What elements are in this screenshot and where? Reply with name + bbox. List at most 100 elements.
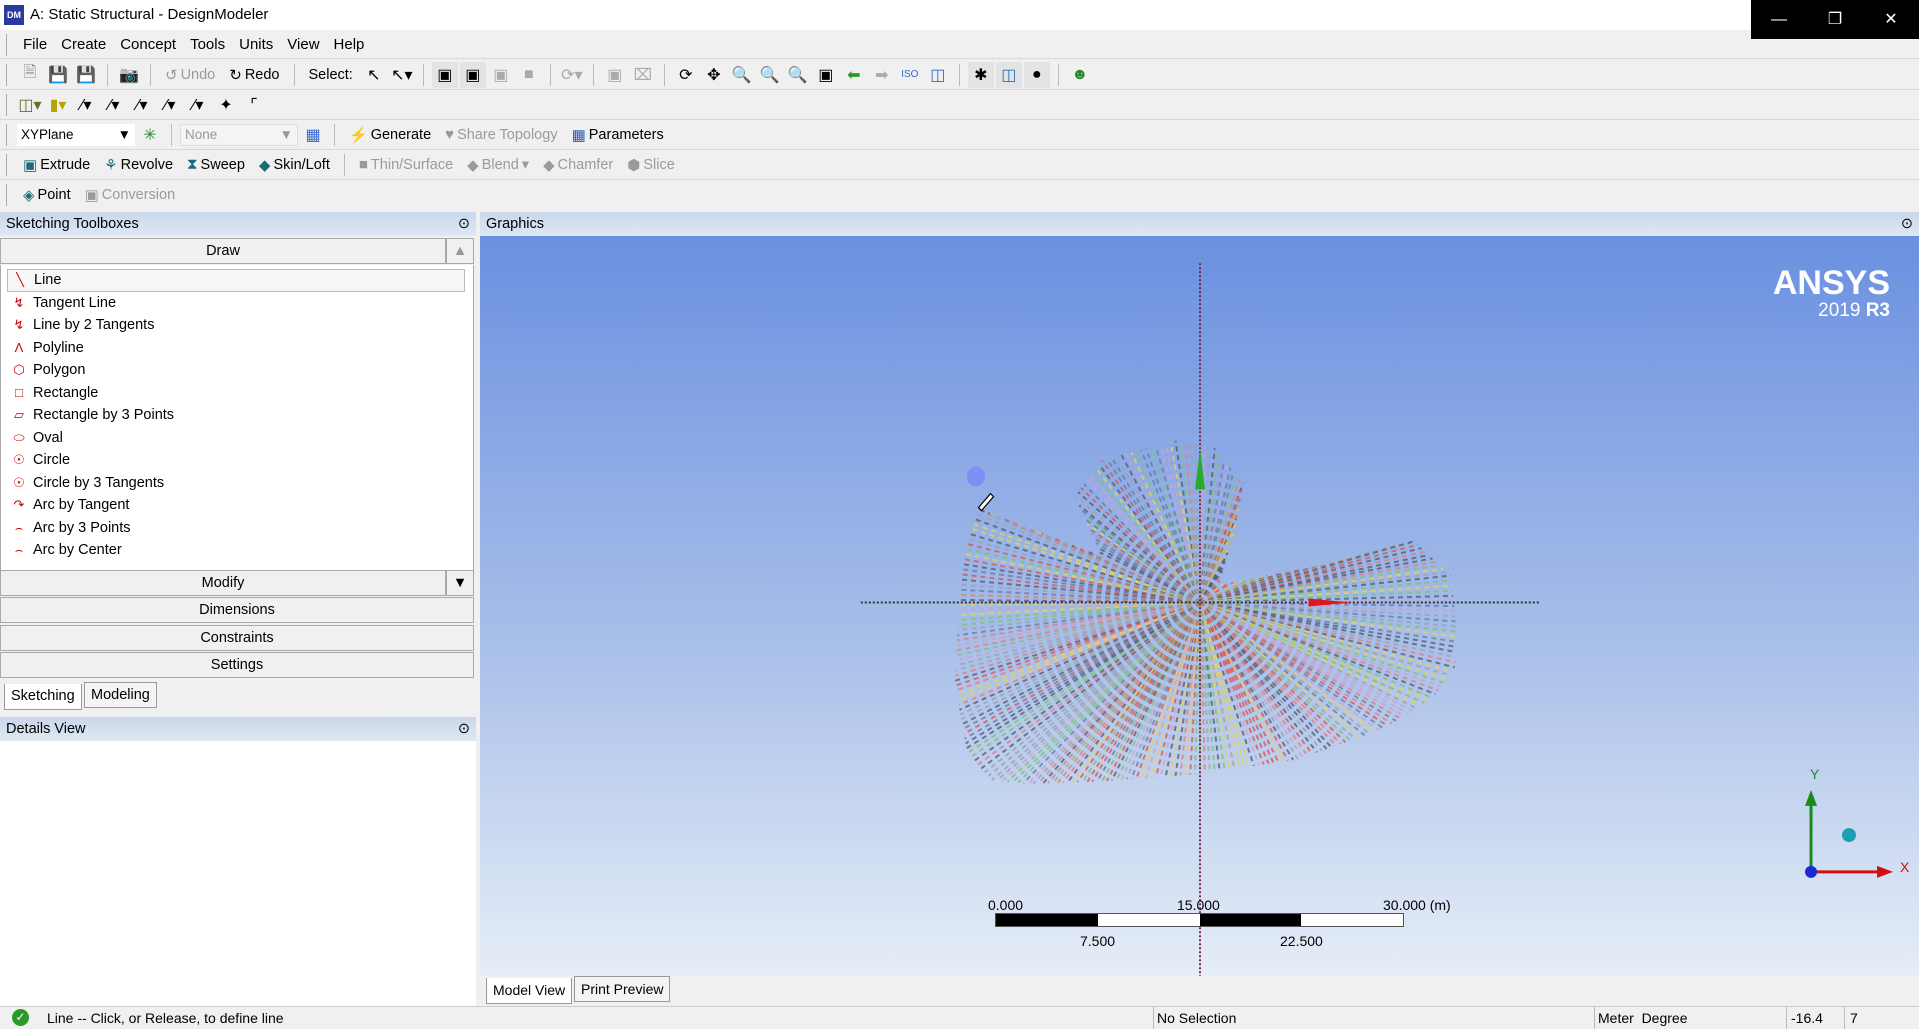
new-sketch-icon[interactable]: ▦ [300, 122, 326, 148]
draw-tool-polygon[interactable]: ⬡ Polygon [1, 359, 473, 382]
select-faces-icon[interactable]: ▣ [488, 62, 514, 88]
select-bodies-icon[interactable]: ■ [516, 62, 542, 88]
look-at-icon[interactable]: ◫ [925, 62, 951, 88]
save-as-icon[interactable]: 💾 [73, 62, 99, 88]
revolve-button[interactable]: ⚘ Revolve [98, 152, 179, 178]
draw-tool-arc-by-tangent[interactable]: ↷ Arc by Tangent [1, 494, 473, 517]
line-tool-1-icon[interactable]: ∕▾ [101, 92, 127, 118]
sweep-button[interactable]: ⧗ Sweep [181, 152, 251, 178]
menu-view[interactable]: View [281, 36, 325, 53]
tab-sketching[interactable]: Sketching [4, 684, 82, 710]
screenshot-camera-icon[interactable]: 📷 [116, 62, 142, 88]
display-model-icon[interactable]: ◫ [995, 61, 1022, 88]
draw-tool-rectangle-by-3-points[interactable]: ▱ Rectangle by 3 Points [1, 404, 473, 427]
chamfer-button[interactable]: ◆ Chamfer [537, 152, 619, 178]
sketch-line [1199, 553, 1430, 604]
tab-modeling[interactable]: Modeling [84, 682, 157, 708]
edge-select-dropdown-icon[interactable]: ▮▾ [45, 92, 71, 118]
box-zoom-icon[interactable]: 🔍 [757, 62, 783, 88]
selection-mode-dropdown-icon[interactable]: ↖▾ [389, 62, 415, 88]
select-edges-icon[interactable]: ▣ [459, 61, 486, 88]
draw-section-header[interactable]: Draw [0, 238, 446, 264]
display-points-icon[interactable]: ● [1023, 61, 1050, 88]
draw-tool-tangent-line[interactable]: ↯ Tangent Line [1, 292, 473, 315]
pin-icon[interactable]: ⊙ [458, 721, 470, 737]
menu-create[interactable]: Create [55, 36, 112, 53]
menu-tools[interactable]: Tools [184, 36, 231, 53]
pin-icon[interactable]: ⊙ [1901, 216, 1913, 232]
new-plane-icon[interactable]: ✳ [137, 122, 163, 148]
scroll-down-icon[interactable]: ▼ [446, 570, 474, 596]
triad-y-arrow [1805, 789, 1818, 806]
draw-tool-circle-by-3-tangents[interactable]: ☉ Circle by 3 Tangents [1, 472, 473, 495]
draw-tool-rectangle[interactable]: □ Rectangle [1, 382, 473, 405]
line-tool-2-icon[interactable]: ∕▾ [129, 92, 155, 118]
sketch-dropdown[interactable]: None ▼ [180, 123, 298, 146]
menu-concept[interactable]: Concept [114, 36, 182, 53]
toolbar-grip [6, 153, 9, 176]
menu-file[interactable]: File [17, 36, 53, 53]
zoom-icon[interactable]: 🔍 [729, 62, 755, 88]
tab-model-view[interactable]: Model View [486, 978, 573, 1004]
undo-button[interactable]: ↺ Undo [159, 62, 221, 88]
line-tool-3-icon[interactable]: ∕▾ [157, 92, 183, 118]
menu-help[interactable]: Help [328, 36, 371, 53]
face-select-dropdown-icon[interactable]: ◫▾ [17, 92, 43, 118]
graphics-viewport[interactable]: ANSYS 2019 R3 0.000 15.000 30.000 (m) 7.… [480, 236, 1919, 976]
pin-icon[interactable]: ⊙ [458, 216, 470, 232]
sketch-line [980, 601, 1201, 770]
display-plane-icon[interactable]: ✱ [967, 61, 994, 88]
next-view-icon[interactable]: ➡ [869, 62, 895, 88]
skin-loft-button[interactable]: ◆ Skin/Loft [253, 152, 336, 178]
redo-button[interactable]: ↻ Redo [223, 62, 285, 88]
rotate-icon[interactable]: ⟳ [673, 62, 699, 88]
scroll-up-icon[interactable]: ▲ [446, 238, 474, 264]
draw-tool-arc-by-3-points[interactable]: ⌢ Arc by 3 Points [1, 517, 473, 540]
tab-print-preview[interactable]: Print Preview [574, 976, 671, 1002]
conversion-button[interactable]: ▣ Conversion [79, 182, 182, 208]
hide-show-icon[interactable]: ☻ [1067, 62, 1093, 88]
settings-section-header[interactable]: Settings [0, 652, 474, 678]
draw-tool-line[interactable]: ╲ Line [7, 269, 465, 292]
draw-tool-label: Arc by Tangent [33, 497, 130, 514]
magnifier-window-icon[interactable]: ▣ [813, 62, 839, 88]
point-button[interactable]: ◈ Point [17, 182, 77, 208]
draw-tool-circle[interactable]: ☉ Circle [1, 449, 473, 472]
menu-units[interactable]: Units [233, 36, 279, 53]
new-icon[interactable]: 🗎 [17, 62, 43, 88]
dimensions-section-header[interactable]: Dimensions [0, 597, 474, 623]
check-icon: ✓ [12, 1009, 29, 1026]
extrude-button[interactable]: ▣ Extrude [17, 152, 96, 178]
status-bar: ✓ Line -- Click, or Release, to define l… [0, 1006, 1919, 1029]
thin-surface-button[interactable]: ■ Thin/Surface [353, 152, 459, 178]
parameters-button[interactable]: ▦ Parameters [566, 122, 670, 148]
share-topology-button[interactable]: ♥ Share Topology [439, 122, 563, 148]
box-select-bodies-icon[interactable]: ⌧ [630, 62, 656, 88]
blend-button[interactable]: ◆ Blend ▾ [461, 152, 535, 178]
new-selection-cursor-icon[interactable]: ↖ [361, 62, 387, 88]
draw-tool-polyline[interactable]: Λ Polyline [1, 337, 473, 360]
plane-dropdown[interactable]: XYPlane ▼ [17, 123, 135, 146]
extend-selection-icon[interactable]: ⟳▾ [559, 62, 585, 88]
draw-tool-icon: ⬭ [13, 429, 25, 445]
corner-icon[interactable]: ⌜ [241, 92, 267, 118]
line-tool-x-icon[interactable]: ∕▾ [185, 92, 211, 118]
draw-tool-oval[interactable]: ⬭ Oval [1, 427, 473, 450]
draw-tool-label: Tangent Line [33, 294, 117, 311]
draw-tool-arc-by-center[interactable]: ⌢ Arc by Center [1, 539, 473, 562]
line-tool-0-icon[interactable]: ∕▾ [73, 92, 99, 118]
zoom-to-fit-icon[interactable]: 🔍 [785, 62, 811, 88]
slice-button[interactable]: ⬢ Slice [621, 152, 681, 178]
generate-button[interactable]: ⚡ Generate [343, 122, 437, 148]
iso-view-icon[interactable]: ISO [897, 62, 923, 88]
save-icon[interactable]: 💾 [45, 62, 71, 88]
pin-icon[interactable]: ✦ [213, 92, 239, 118]
pan-icon[interactable]: ✥ [701, 62, 727, 88]
constraints-section-header[interactable]: Constraints [0, 625, 474, 651]
previous-view-icon[interactable]: ⬅ [841, 62, 867, 88]
box-select-icon[interactable]: ▣ [602, 62, 628, 88]
modify-section-header[interactable]: Modify [0, 570, 446, 596]
select-points-icon[interactable]: ▣ [431, 61, 458, 88]
sketch-geometry [860, 263, 1894, 976]
draw-tool-line-by-2-tangents[interactable]: ↯ Line by 2 Tangents [1, 314, 473, 337]
